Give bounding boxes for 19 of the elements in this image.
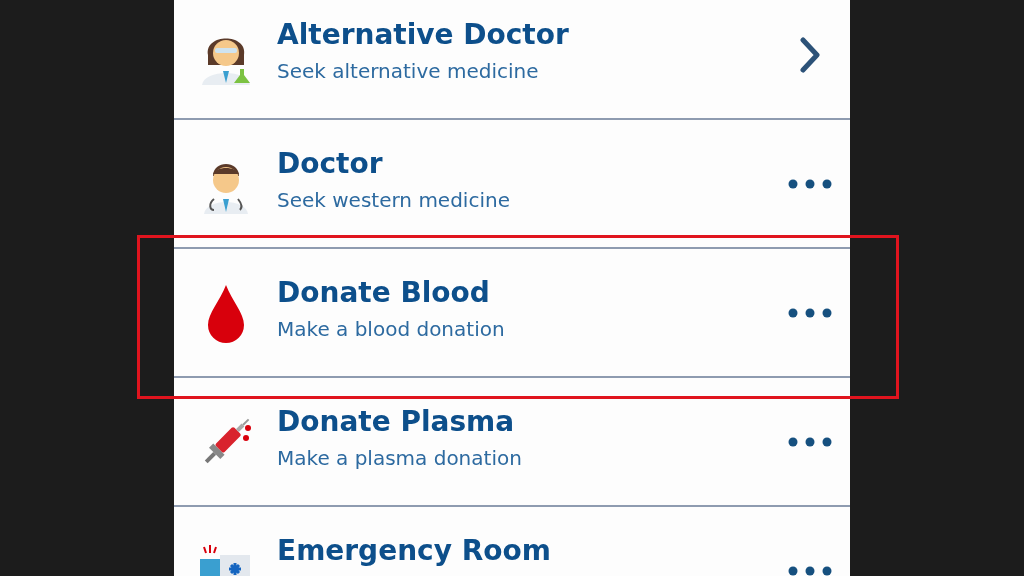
chevron-right-icon[interactable]	[800, 36, 820, 73]
list-row[interactable]: Donate Plasma Make a plasma donation	[174, 378, 850, 507]
list-row[interactable]: Donate Blood Make a blood donation	[174, 249, 850, 378]
row-subtitle: Make a blood donation	[277, 316, 506, 343]
row-title: Doctor	[277, 146, 384, 182]
more-icon[interactable]	[788, 436, 832, 447]
row-subtitle: Make a plasma donation	[277, 445, 523, 472]
list-row[interactable]: Emergency Room	[174, 507, 850, 576]
more-icon[interactable]	[788, 178, 832, 189]
row-title: Alternative Doctor	[277, 17, 570, 53]
row-title: Donate Blood	[277, 275, 491, 311]
row-subtitle: Seek alternative medicine	[277, 58, 540, 85]
row-title: Donate Plasma	[277, 404, 516, 440]
row-subtitle: Seek western medicine	[277, 187, 511, 214]
row-title: Emergency Room	[277, 533, 552, 569]
more-icon[interactable]	[788, 307, 832, 318]
more-icon[interactable]	[788, 565, 832, 576]
list-row[interactable]: Alternative Doctor Seek alternative medicine	[174, 0, 850, 120]
list-row[interactable]: Doctor Seek western medicine	[174, 120, 850, 249]
